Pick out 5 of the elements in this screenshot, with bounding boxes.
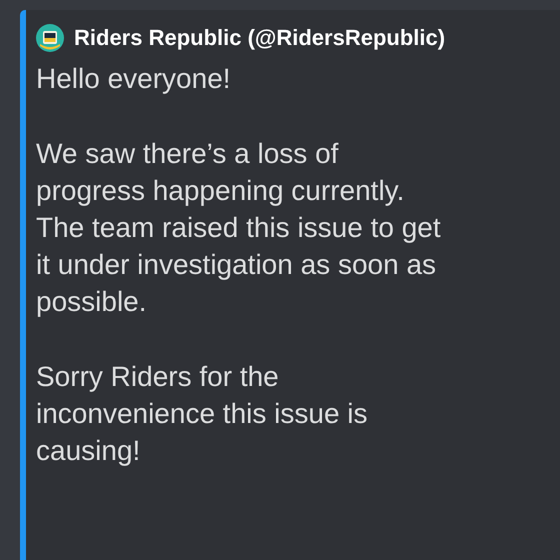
message-paragraph: Sorry Riders for the inconvenience this issue is causing! — [36, 360, 369, 468]
message-paragraph: We saw there’s a loss of progress happening currently. The team raised this issue to get it under investigation as soon as possible. — [36, 137, 442, 319]
message-paragraph: Hello everyone! — [36, 62, 232, 96]
avatar-icon — [36, 24, 64, 52]
author-name[interactable]: Riders Republic (@RidersRepublic) — [74, 25, 446, 51]
